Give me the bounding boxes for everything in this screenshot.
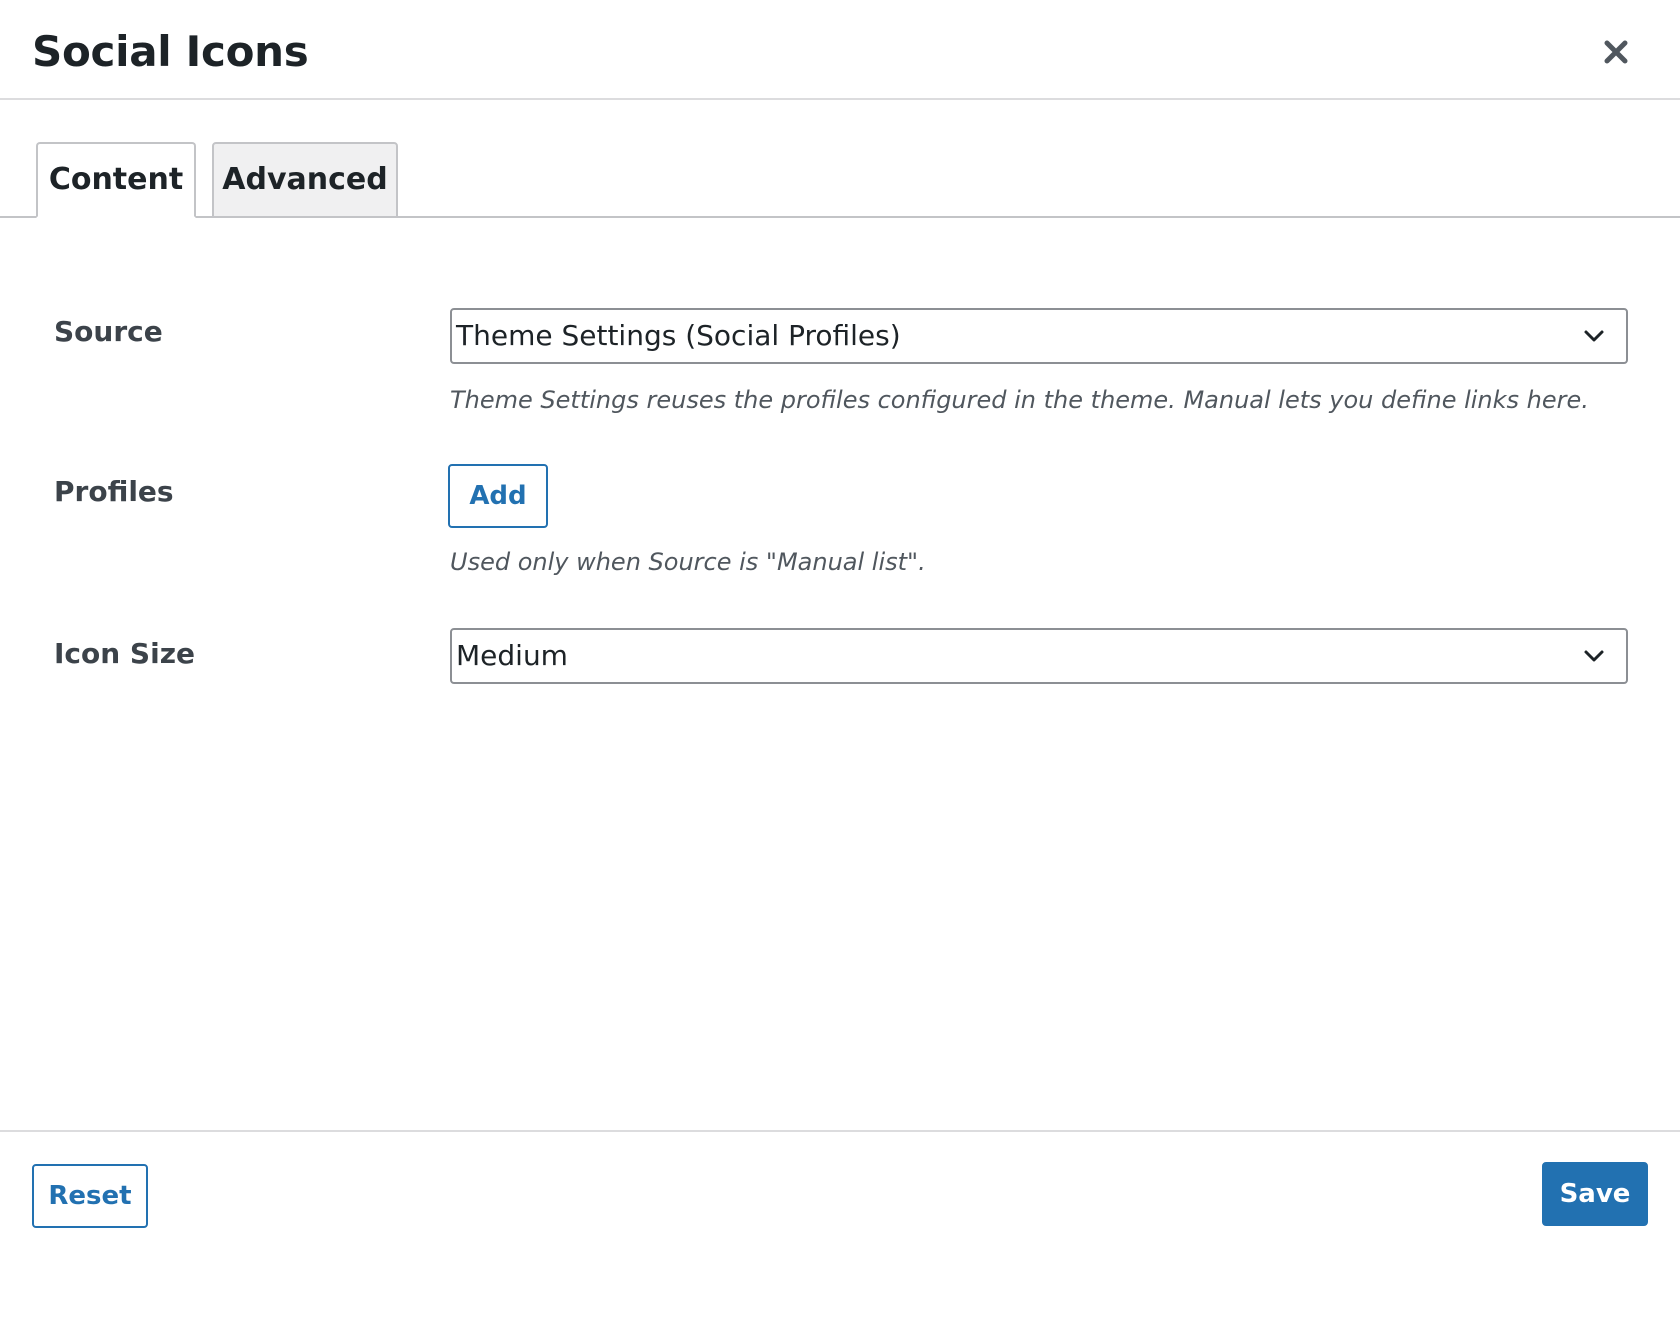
icon-size-select-value: Medium <box>456 639 568 672</box>
icon-size-select[interactable]: Medium <box>450 628 1628 684</box>
icon-size-label: Icon Size <box>54 637 195 670</box>
dialog-title: Social Icons <box>32 27 309 76</box>
save-button[interactable]: Save <box>1542 1162 1648 1226</box>
add-profile-button[interactable]: Add <box>448 464 548 528</box>
source-help-text: Theme Settings reuses the profiles confi… <box>450 386 1589 414</box>
source-label: Source <box>54 315 163 348</box>
profiles-help-text: Used only when Source is "Manual list". <box>450 548 926 576</box>
tab-advanced[interactable]: Advanced <box>212 142 398 218</box>
tab-bar: Content Advanced <box>0 100 1680 218</box>
dialog-header: Social Icons <box>0 0 1680 100</box>
source-select[interactable]: Theme Settings (Social Profiles) <box>450 308 1628 364</box>
source-select-value: Theme Settings (Social Profiles) <box>456 319 901 352</box>
reset-button[interactable]: Reset <box>32 1164 148 1228</box>
tab-content[interactable]: Content <box>36 142 196 218</box>
profiles-label: Profiles <box>54 475 174 508</box>
dialog-footer: Reset Save <box>0 1130 1680 1320</box>
close-icon <box>1596 32 1636 72</box>
social-icons-dialog: Social Icons Content Advanced Source The… <box>0 0 1680 1320</box>
close-button[interactable] <box>1596 32 1636 72</box>
